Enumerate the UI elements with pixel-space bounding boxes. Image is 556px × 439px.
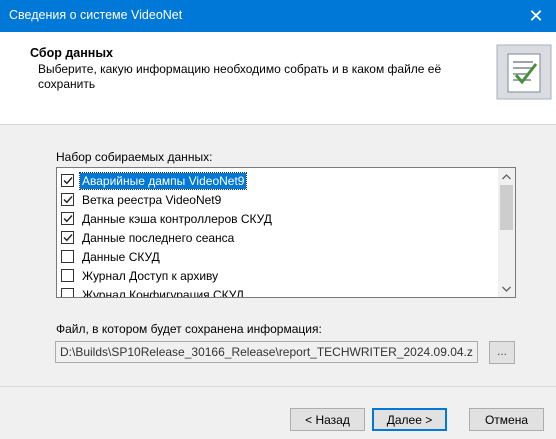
checkbox[interactable]: [61, 231, 74, 244]
checkbox[interactable]: [61, 250, 74, 263]
window-title: Сведения о системе VideoNet: [9, 8, 183, 22]
data-set-label: Набор собираемых данных:: [56, 150, 213, 164]
list-item[interactable]: Данные СКУД: [61, 247, 162, 266]
list-item-label: Аварийные дампы VideoNet9: [78, 171, 248, 190]
list-item[interactable]: Журнал Конфигурация СКУД: [61, 285, 246, 297]
checkbox[interactable]: [61, 269, 74, 282]
scroll-down-icon[interactable]: [498, 280, 515, 297]
footer-divider: [0, 386, 556, 387]
list-item-label: Данные СКУД: [82, 249, 160, 264]
list-scrollbar[interactable]: [498, 168, 515, 297]
checkbox[interactable]: [61, 193, 74, 206]
list-item[interactable]: Ветка реестра VideoNet9: [61, 190, 223, 209]
wizard-header: Сбор данных Выберите, какую информацию н…: [0, 32, 556, 125]
file-label: Файл, в котором будет сохранена информац…: [56, 322, 322, 336]
next-button[interactable]: Далее >: [372, 408, 447, 431]
checkbox[interactable]: [61, 174, 74, 187]
cancel-button[interactable]: Отмена: [469, 408, 544, 431]
data-set-listbox[interactable]: Аварийные дампы VideoNet9 Ветка реестра V…: [56, 167, 516, 298]
list-item-label: Данные кэша контроллеров СКУД: [82, 211, 272, 226]
close-icon[interactable]: ✕: [516, 0, 556, 32]
scroll-thumb[interactable]: [500, 185, 513, 230]
list-item[interactable]: Данные кэша контроллеров СКУД: [61, 209, 274, 228]
list-item[interactable]: Аварийные дампы VideoNet9: [61, 171, 248, 190]
page-subtitle: Выберите, какую информацию необходимо со…: [38, 62, 442, 91]
checkbox[interactable]: [61, 288, 74, 297]
list-item[interactable]: Данные последнего сеанса: [61, 228, 236, 247]
list-item-label: Данные последнего сеанса: [82, 230, 235, 245]
list-item-label: Журнал Доступ к архиву: [82, 268, 219, 283]
page-title: Сбор данных: [30, 46, 113, 60]
browse-button[interactable]: ...: [489, 341, 515, 364]
checkbox[interactable]: [61, 212, 74, 225]
scroll-up-icon[interactable]: [498, 168, 515, 185]
list-item-label: Ветка реестра VideoNet9: [82, 192, 222, 207]
file-path-field[interactable]: D:\Builds\SP10Release_30166_Release\repo…: [55, 341, 478, 363]
back-button[interactable]: < Назад: [290, 408, 365, 431]
wizard-checklist-icon: [496, 44, 552, 100]
data-set-list: Аварийные дампы VideoNet9 Ветка реестра V…: [57, 168, 497, 297]
list-item-label: Журнал Конфигурация СКУД: [82, 287, 244, 298]
list-item[interactable]: Журнал Доступ к архиву: [61, 266, 220, 285]
title-bar: Сведения о системе VideoNet ✕: [0, 0, 556, 32]
